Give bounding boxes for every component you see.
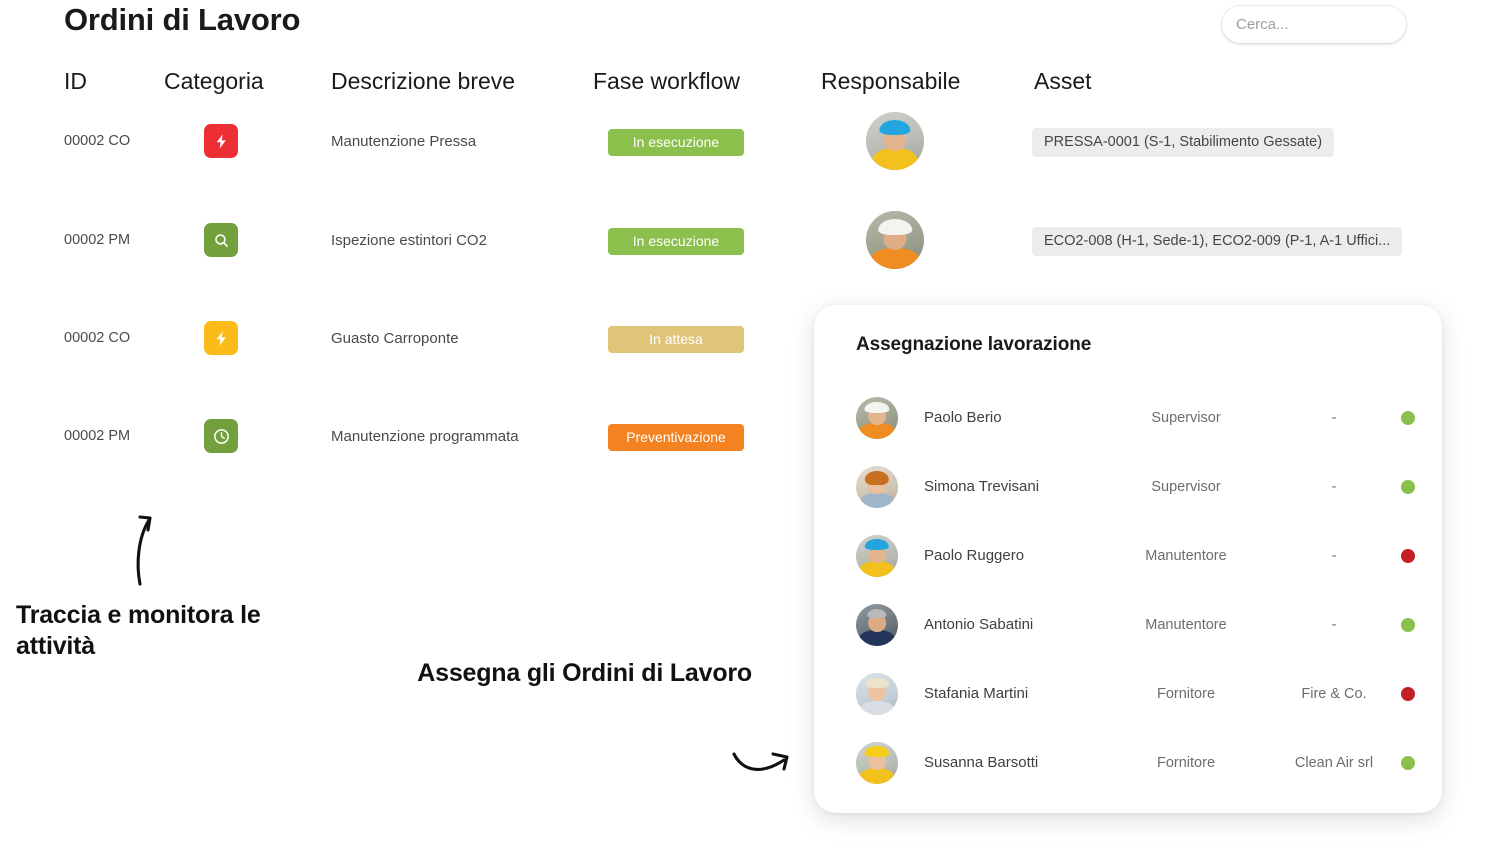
list-item[interactable]: Susanna Barsotti Fornitore Clean Air srl [814, 728, 1442, 797]
assignee-name: Susanna Barsotti [924, 754, 1039, 771]
cell-descrizione: Manutenzione Pressa [331, 133, 477, 150]
column-header-categoria: Categoria [164, 68, 264, 94]
cell-categoria[interactable] [204, 223, 238, 257]
magnifier-icon [204, 223, 238, 257]
assignee-role: Manutentore [1145, 616, 1227, 633]
assignee-company: Clean Air srl [1294, 754, 1374, 771]
cell-asset: ECO2-008 (H-1, Sede-1), ECO2-009 (P-1, A… [1032, 227, 1403, 261]
avatar [856, 603, 898, 646]
search-bar[interactable] [1222, 6, 1406, 43]
status-badge: Preventivazione [608, 424, 744, 451]
bolt-icon [204, 124, 238, 158]
avatar [866, 211, 924, 269]
avatar [856, 465, 898, 508]
cell-descrizione: Ispezione estintori CO2 [331, 232, 487, 249]
status-dot [1401, 755, 1415, 770]
status-badge: In esecuzione [608, 228, 744, 255]
assignment-list: Paolo Berio Supervisor - Simona Trevisan… [814, 383, 1442, 797]
avatar [856, 396, 898, 439]
page-title: Ordini di Lavoro [64, 2, 301, 37]
assignee-company: Fire & Co. [1301, 685, 1367, 702]
bolt-icon [204, 321, 238, 355]
assignee-company: - [1331, 478, 1337, 495]
column-header-fase: Fase workflow [593, 68, 740, 94]
cell-id: 00002 CO [64, 133, 131, 149]
assignee-role: Fornitore [1156, 754, 1216, 771]
assignee-company: - [1331, 547, 1337, 564]
cell-categoria[interactable] [204, 124, 238, 158]
column-header-asset: Asset [1034, 68, 1092, 94]
cell-descrizione: Manutenzione programmata [331, 428, 519, 445]
cell-id: 00002 PM [64, 232, 131, 248]
avatar [856, 534, 898, 577]
list-item[interactable]: Antonio Sabatini Manutentore - [814, 590, 1442, 659]
cell-categoria[interactable] [204, 321, 238, 355]
curved-arrow-right-icon [728, 740, 800, 795]
avatar [856, 672, 898, 715]
cell-fase: In attesa [608, 326, 744, 353]
list-item[interactable]: Paolo Ruggero Manutentore - [814, 521, 1442, 590]
cell-responsabile[interactable] [866, 211, 924, 269]
assignee-name: Paolo Berio [924, 409, 1002, 426]
column-header-id: ID [64, 68, 87, 94]
assignee-company: - [1331, 616, 1337, 633]
assignee-role: Manutentore [1145, 547, 1227, 564]
cell-categoria[interactable] [204, 419, 238, 453]
assignment-panel: Assegnazione lavorazione Paolo Berio Sup… [814, 305, 1442, 813]
annotation-assign: Assegna gli Ordini di Lavoro [417, 659, 752, 687]
cell-descrizione: Guasto Carroponte [331, 330, 459, 347]
status-dot [1401, 686, 1415, 701]
clock-icon [204, 419, 238, 453]
assignee-name: Antonio Sabatini [924, 616, 1034, 633]
cell-id: 00002 CO [64, 330, 131, 346]
assignee-role: Supervisor [1151, 478, 1221, 495]
avatar [856, 741, 898, 784]
status-dot [1401, 410, 1415, 425]
cell-id: 00002 PM [64, 428, 131, 444]
assignee-role: Fornitore [1156, 685, 1216, 702]
list-item[interactable]: Stafania Martini Fornitore Fire & Co. [814, 659, 1442, 728]
status-dot [1401, 548, 1415, 563]
panel-title: Assegnazione lavorazione [856, 334, 1092, 355]
asset-pill: ECO2-008 (H-1, Sede-1), ECO2-009 (P-1, A… [1032, 227, 1403, 256]
curved-arrow-up-icon [118, 508, 178, 593]
assignee-name: Paolo Ruggero [924, 547, 1025, 564]
assignee-name: Simona Trevisani [924, 478, 1040, 495]
assignee-name: Stafania Martini [924, 685, 1029, 702]
cell-fase: In esecuzione [608, 129, 744, 156]
cell-fase: In esecuzione [608, 228, 744, 255]
cell-responsabile[interactable] [866, 112, 924, 170]
cell-fase: Preventivazione [608, 424, 744, 451]
asset-pill: PRESSA-0001 (S-1, Stabilimento Gessate) [1032, 128, 1335, 157]
table-row[interactable]: 00002 CO Manutenzione Pressa In esecuzio… [0, 108, 1488, 188]
assignee-role: Supervisor [1151, 409, 1221, 426]
avatar [866, 112, 924, 170]
status-dot [1401, 479, 1415, 494]
table-row[interactable]: 00002 PM Ispezione estintori CO2 In esec… [0, 207, 1488, 287]
search-input[interactable] [1222, 6, 1406, 43]
status-badge: In esecuzione [608, 129, 744, 156]
table-header-row: ID Categoria Descrizione breve Fase work… [0, 68, 1488, 108]
assignee-company: - [1331, 409, 1337, 426]
page-root: Ordini di Lavoro ID Categoria Descrizion… [0, 0, 1488, 862]
list-item[interactable]: Paolo Berio Supervisor - [814, 383, 1442, 452]
column-header-responsabile: Responsabile [821, 68, 961, 94]
annotation-track: Traccia e monitora le attività [16, 601, 261, 660]
cell-asset: PRESSA-0001 (S-1, Stabilimento Gessate) [1032, 128, 1335, 162]
column-header-descrizione: Descrizione breve [331, 68, 516, 94]
status-dot [1401, 617, 1415, 632]
list-item[interactable]: Simona Trevisani Supervisor - [814, 452, 1442, 521]
status-badge: In attesa [608, 326, 744, 353]
